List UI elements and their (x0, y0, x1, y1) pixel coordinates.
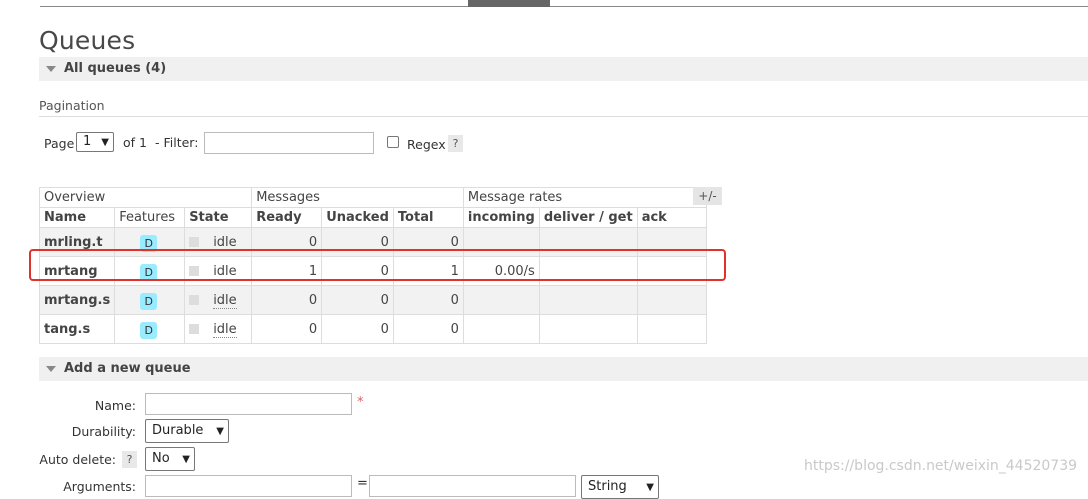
auto-delete-value: No (152, 451, 170, 466)
ready-cell: 0 (251, 314, 323, 344)
col-name[interactable]: Name (38, 207, 116, 228)
argument-value-input[interactable] (369, 475, 576, 497)
add-queue-label: Add a new queue (64, 361, 191, 376)
chevron-down-icon: ▼ (182, 454, 190, 465)
columns-toggle-button[interactable]: +/- (693, 187, 722, 205)
page-select-value: 1 (83, 134, 92, 149)
durability-select[interactable]: Durable ▼ (145, 419, 229, 443)
state-text: idle (213, 292, 237, 309)
col-deliver-get[interactable]: deliver / get (538, 207, 638, 228)
deliver-get-cell (538, 314, 638, 344)
durable-badge: D (140, 322, 158, 339)
chevron-down-icon: ▼ (646, 482, 654, 493)
queue-name-link[interactable]: tang.s (38, 314, 116, 344)
group-message-rates: Message rates (462, 187, 707, 208)
incoming-cell (462, 314, 540, 344)
arguments-label: Arguments: (63, 479, 136, 494)
table-group-header: Overview Messages Message rates (38, 187, 707, 208)
filter-label: - Filter: (155, 135, 199, 150)
col-state[interactable]: State (184, 207, 253, 228)
all-queues-label: All queues (4) (64, 61, 167, 76)
state-cell: idle (184, 314, 253, 344)
watermark-text: https://blog.csdn.net/weixin_44520739 (804, 458, 1078, 474)
top-nav-line (40, 6, 1088, 7)
triangle-down-icon (46, 66, 56, 72)
col-features: Features (114, 207, 186, 228)
highlight-annotation (29, 249, 726, 281)
top-nav-active-tab[interactable] (468, 0, 550, 7)
auto-delete-help-icon[interactable]: ? (122, 451, 137, 468)
argument-key-input[interactable] (145, 475, 352, 497)
durable-badge: D (140, 293, 158, 310)
unacked-cell: 0 (321, 314, 394, 344)
state-indicator-icon (189, 324, 200, 334)
all-queues-toggle[interactable]: All queues (4) (39, 57, 1088, 81)
group-messages: Messages (251, 187, 464, 208)
filter-input[interactable] (204, 132, 374, 154)
col-total[interactable]: Total (392, 207, 464, 228)
regex-checkbox[interactable] (387, 136, 399, 148)
col-unacked[interactable]: Unacked (321, 207, 394, 228)
col-ready[interactable]: Ready (251, 207, 323, 228)
durability-label: Durability: (71, 424, 136, 439)
table-row[interactable]: tang.s D idle 0 0 0 (38, 314, 707, 344)
argument-type-value: String (588, 479, 627, 494)
pagination-label: Pagination (39, 98, 105, 113)
deliver-get-cell (538, 285, 638, 315)
name-label: Name: (94, 398, 136, 413)
page-title: Queues (39, 26, 136, 55)
state-text: idle (213, 321, 237, 338)
col-incoming[interactable]: incoming (462, 207, 540, 228)
feature-cell: D (114, 285, 186, 315)
add-queue-toggle[interactable]: Add a new queue (39, 357, 1088, 381)
regex-label: Regex (407, 137, 446, 152)
col-ack[interactable]: ack (636, 207, 707, 228)
page-label: Page (44, 136, 75, 151)
incoming-cell (462, 285, 540, 315)
table-row[interactable]: mrtang.s D idle 0 0 0 (38, 285, 707, 315)
ack-cell (636, 285, 707, 315)
triangle-down-icon (46, 366, 56, 372)
total-cell: 0 (392, 285, 464, 315)
page-of-label: of 1 (123, 135, 147, 150)
feature-cell: D (114, 314, 186, 344)
auto-delete-select[interactable]: No ▼ (145, 447, 195, 471)
queue-name-input[interactable] (145, 393, 352, 415)
queue-name-link[interactable]: mrtang.s (38, 285, 116, 315)
group-overview: Overview (38, 187, 253, 208)
durability-value: Durable (152, 423, 204, 438)
ack-cell (636, 314, 707, 344)
total-cell: 0 (392, 314, 464, 344)
arguments-equals: = (357, 476, 368, 491)
chevron-down-icon: ▼ (101, 137, 109, 148)
state-indicator-icon (189, 237, 200, 247)
auto-delete-label: Auto delete: (39, 452, 116, 467)
argument-type-select[interactable]: String ▼ (581, 475, 659, 499)
page-select[interactable]: 1 ▼ (76, 132, 114, 152)
state-indicator-icon (189, 295, 200, 305)
regex-help-icon[interactable]: ? (448, 135, 463, 152)
chevron-down-icon: ▼ (216, 426, 224, 437)
state-cell: idle (184, 285, 253, 315)
table-column-header: Name Features State Ready Unacked Total … (38, 207, 707, 228)
pagination-divider (39, 116, 1088, 117)
ready-cell: 0 (251, 285, 323, 315)
unacked-cell: 0 (321, 285, 394, 315)
required-mark: * (357, 395, 364, 410)
